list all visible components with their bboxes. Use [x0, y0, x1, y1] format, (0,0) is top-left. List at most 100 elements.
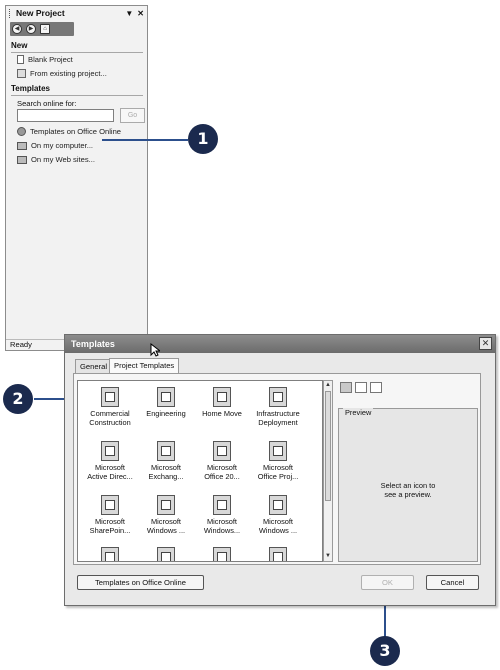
template-item[interactable]: Microsoft Windows ... [250, 495, 306, 535]
template-item[interactable]: Microsoft Office Proj... [250, 441, 306, 481]
on-my-web-sites-link[interactable]: On my Web sites... [17, 155, 95, 164]
close-icon[interactable]: ✕ [479, 337, 492, 350]
project-template-icon [157, 387, 175, 407]
project-template-icon [269, 547, 287, 561]
blank-project-link[interactable]: Blank Project [17, 55, 73, 64]
template-name: Office 20... [204, 472, 240, 481]
template-name: SharePoin... [89, 526, 131, 535]
template-item[interactable]: Engineering [138, 387, 194, 418]
dialog-title: Templates [71, 339, 115, 349]
preview-message-line: see a preview. [384, 490, 432, 499]
home-icon[interactable]: ⌂ [40, 24, 50, 34]
template-list-scrollbar[interactable]: ▲ ▼ [323, 380, 333, 562]
on-my-computer-link[interactable]: On my computer... [17, 141, 93, 150]
templates-on-office-online-link[interactable]: Templates on Office Online [17, 127, 121, 136]
template-item[interactable] [194, 547, 250, 561]
template-name: Windows... [203, 526, 241, 535]
template-item[interactable] [250, 547, 306, 561]
tab-general[interactable]: General [75, 359, 113, 373]
template-name: Microsoft [263, 463, 293, 472]
template-item[interactable]: Microsoft Windows ... [138, 495, 194, 535]
project-template-icon [213, 547, 231, 561]
scroll-down-icon[interactable]: ▼ [324, 552, 332, 561]
section-heading-new: New [11, 41, 28, 50]
dialog-title-bar[interactable]: Templates ✕ [65, 335, 495, 353]
back-icon[interactable]: ◀ [12, 24, 22, 34]
search-online-label: Search online for: [17, 99, 77, 108]
template-name: Home Move [202, 409, 242, 418]
globe-icon [17, 127, 26, 136]
on-my-computer-label: On my computer... [31, 141, 94, 150]
template-name: Engineering [146, 409, 186, 418]
list-view-icon[interactable] [355, 382, 367, 393]
template-item[interactable]: Commercial Construction [82, 387, 138, 427]
template-item[interactable]: Microsoft SharePoin... [82, 495, 138, 535]
template-name: Windows ... [146, 526, 186, 535]
tab-project-templates[interactable]: Project Templates [109, 358, 180, 373]
template-name: Microsoft [95, 463, 125, 472]
template-item[interactable]: Microsoft Exchang... [138, 441, 194, 481]
view-buttons [340, 382, 382, 393]
scrollbar-thumb[interactable] [325, 391, 331, 501]
go-button[interactable]: Go [120, 108, 145, 123]
project-template-icon [269, 495, 287, 515]
divider [11, 52, 143, 53]
project-template-icon [101, 441, 119, 461]
project-template-icon [213, 387, 231, 407]
template-item[interactable]: Infrastructure Deployment [250, 387, 306, 427]
section-heading-templates: Templates [11, 84, 50, 93]
template-name: Windows ... [258, 526, 298, 535]
template-name: Active Direc... [87, 472, 133, 481]
template-name: Microsoft [151, 463, 181, 472]
template-item[interactable] [82, 547, 138, 561]
template-name: Microsoft [207, 517, 237, 526]
web-sites-icon [17, 155, 27, 164]
project-template-icon [213, 495, 231, 515]
template-item[interactable] [138, 547, 194, 561]
grip-handle-icon[interactable] [9, 8, 13, 18]
task-pane-title-bar: New Project ▼ ✕ [6, 6, 147, 20]
on-my-web-sites-label: On my Web sites... [31, 155, 96, 164]
computer-icon [17, 141, 27, 150]
callout-1-leader [102, 139, 188, 141]
project-template-icon [213, 441, 231, 461]
details-view-icon[interactable] [370, 382, 382, 393]
project-template-icon [269, 387, 287, 407]
template-item[interactable]: Microsoft Active Direc... [82, 441, 138, 481]
callout-2: 2 [3, 384, 33, 414]
project-template-icon [157, 441, 175, 461]
existing-project-icon [17, 69, 26, 78]
preview-message: Select an icon to see a preview. [339, 481, 477, 499]
project-template-icon [101, 495, 119, 515]
divider [11, 95, 143, 96]
project-template-icon [269, 441, 287, 461]
ok-button[interactable]: OK [361, 575, 414, 590]
large-icons-view-icon[interactable] [340, 382, 352, 393]
template-item[interactable]: Microsoft Office 20... [194, 441, 250, 481]
project-template-icon [157, 495, 175, 515]
template-list[interactable]: Commercial Construction Engineering Home… [77, 380, 323, 562]
template-item[interactable]: Microsoft Windows... [194, 495, 250, 535]
template-name: Exchang... [148, 472, 184, 481]
search-online-input[interactable] [17, 109, 114, 122]
task-pane-nav-bar: ◀ ▶ ⌂ [10, 22, 74, 36]
scroll-up-icon[interactable]: ▲ [324, 381, 332, 390]
template-name: Microsoft [263, 517, 293, 526]
template-name: Commercial [90, 409, 130, 418]
cancel-button[interactable]: Cancel [426, 575, 479, 590]
task-pane-menu-icon[interactable]: ▼ [125, 9, 133, 18]
blank-document-icon [17, 55, 24, 64]
template-name: Infrastructure [256, 409, 300, 418]
templates-on-office-online-button[interactable]: Templates on Office Online [77, 575, 204, 590]
callout-1: 1 [188, 124, 218, 154]
close-icon[interactable]: ✕ [137, 9, 144, 18]
from-existing-project-link[interactable]: From existing project... [17, 69, 107, 78]
template-name: Construction [89, 418, 131, 427]
template-name: Microsoft [207, 463, 237, 472]
blank-project-label: Blank Project [28, 55, 73, 64]
preview-label: Preview [343, 408, 374, 417]
task-pane-title: New Project [16, 8, 65, 18]
template-item[interactable]: Home Move [194, 387, 250, 418]
forward-icon[interactable]: ▶ [26, 24, 36, 34]
callout-3: 3 [370, 636, 400, 666]
